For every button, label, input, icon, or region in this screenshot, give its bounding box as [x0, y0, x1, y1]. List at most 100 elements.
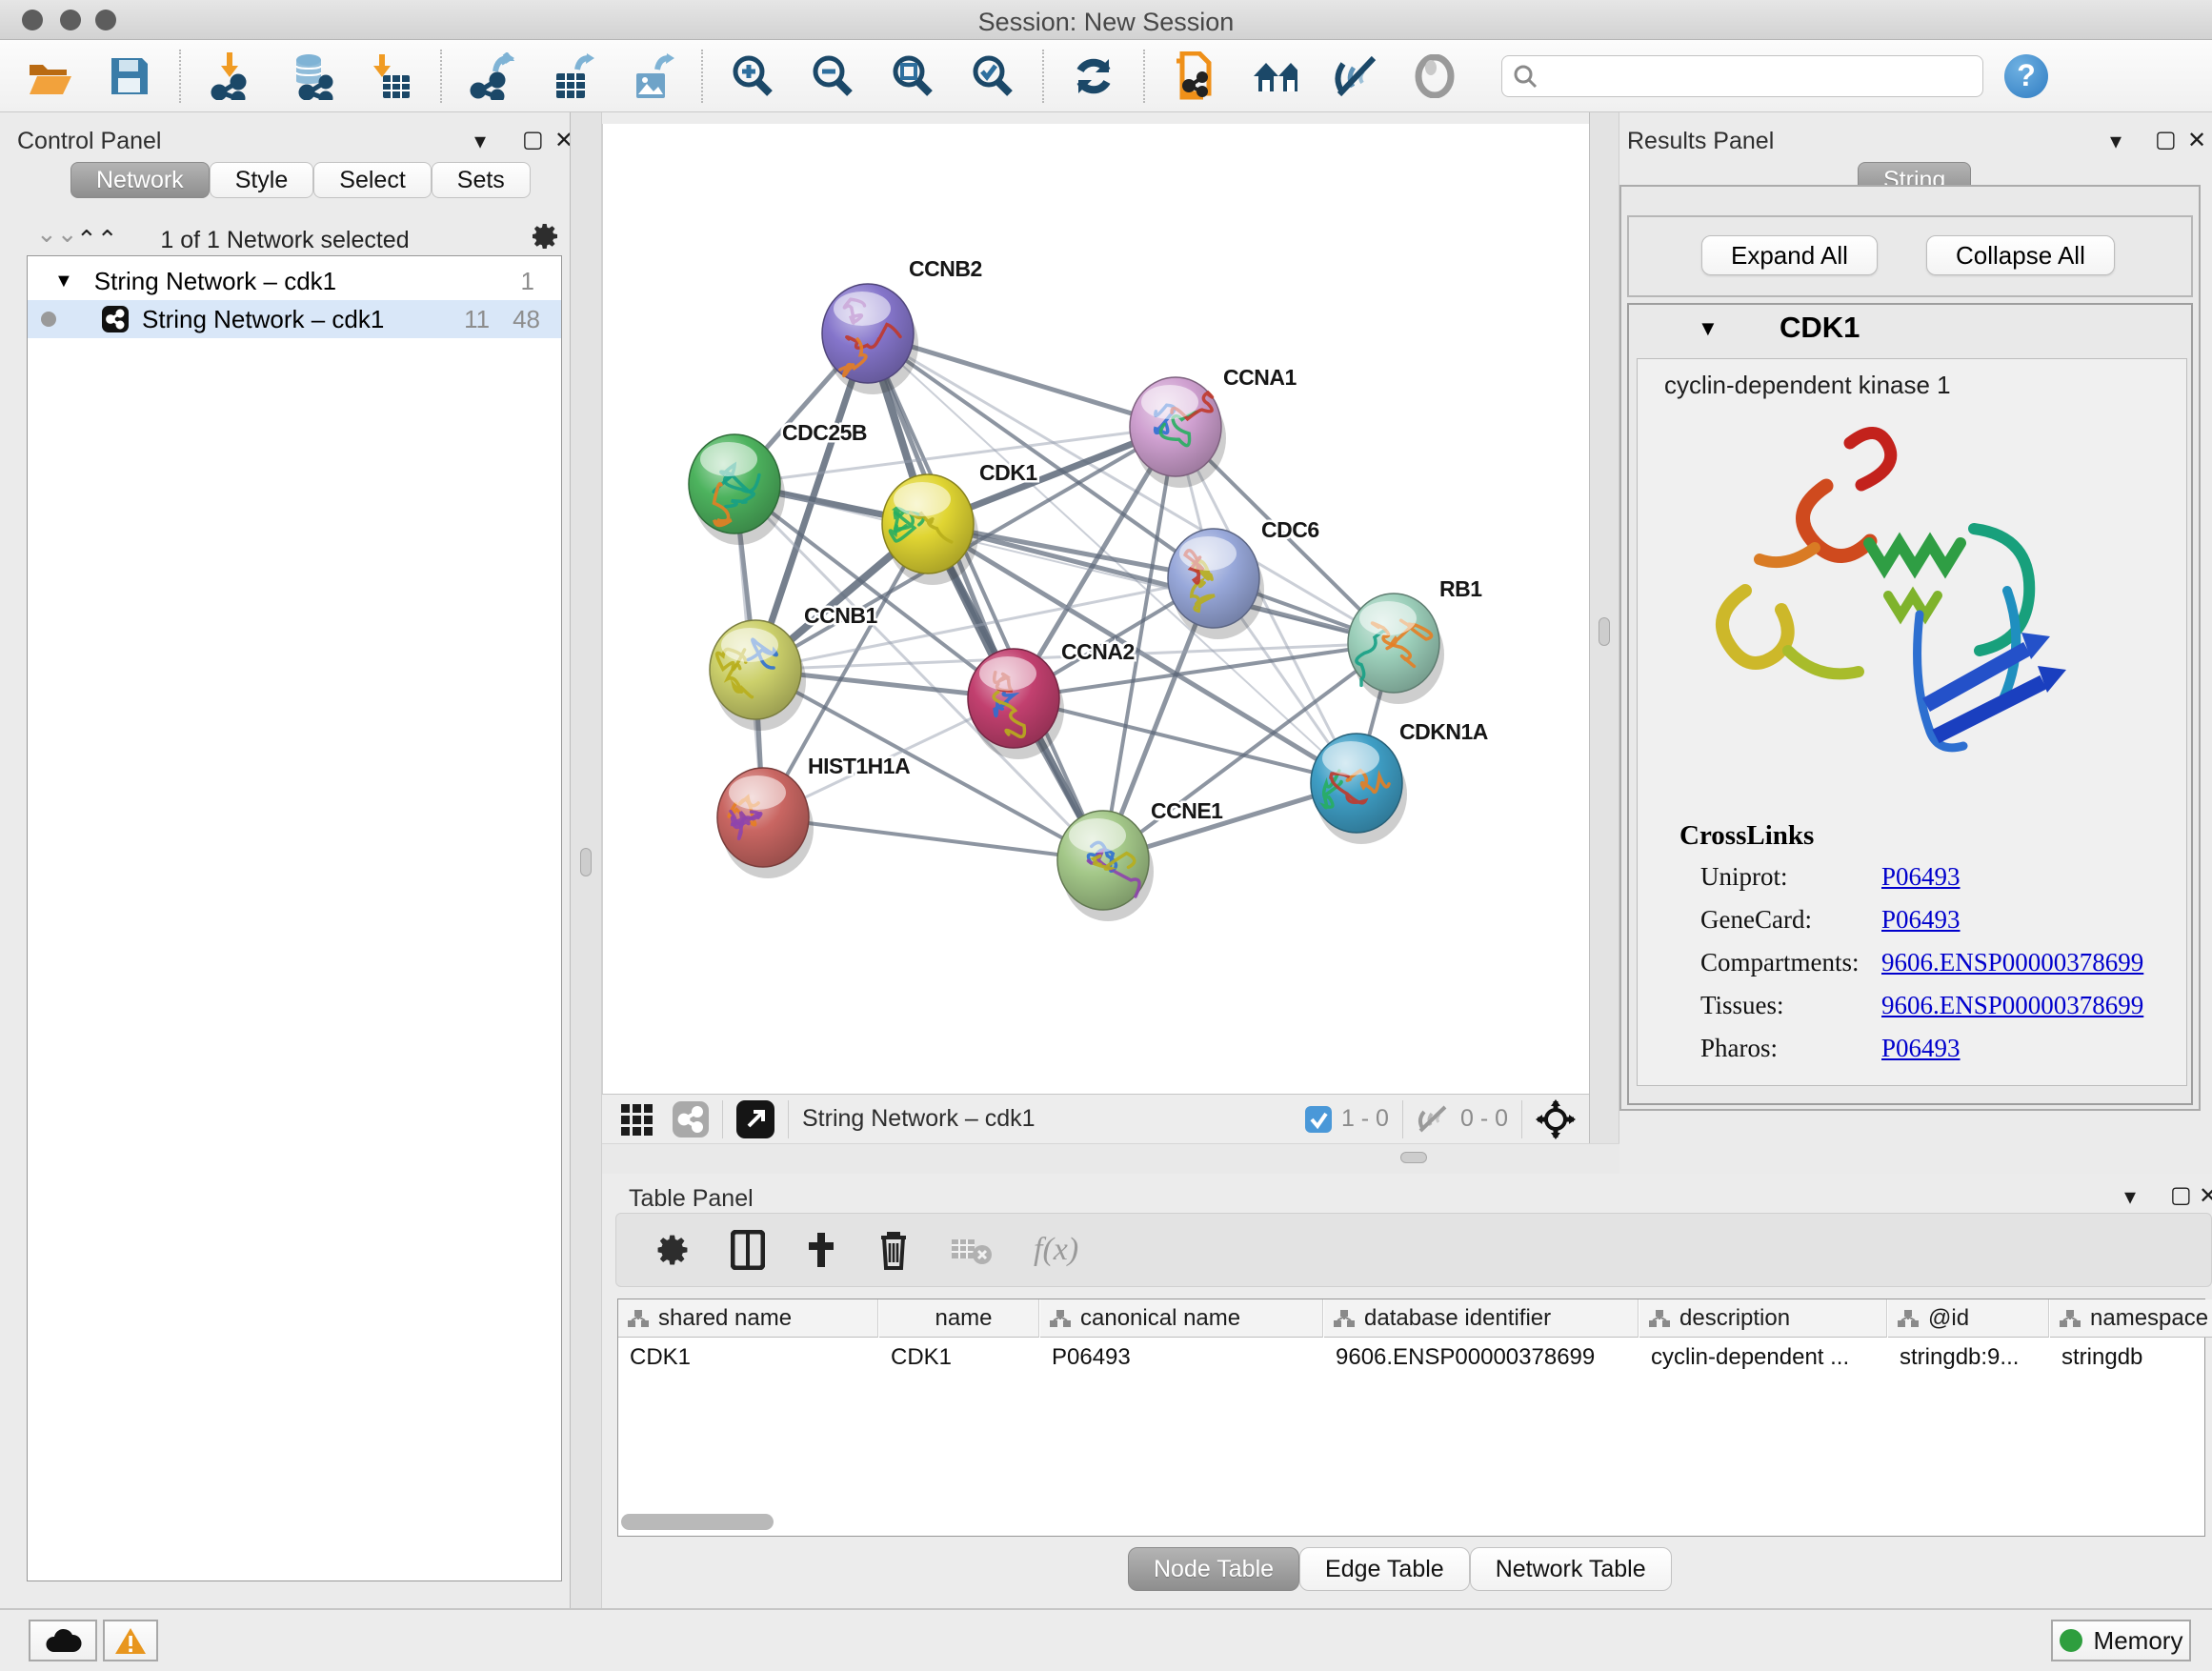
network-node-ccnb2[interactable]: CCNB2: [822, 256, 982, 394]
refresh-icon[interactable]: [1071, 53, 1116, 99]
network-view: CCNB2CCNA1CDC25BCDK1CDC6RB1CCNB1CCNA2CDK…: [602, 112, 1589, 1143]
network-node-cdk1[interactable]: CDK1: [882, 460, 1037, 585]
table-h-scrollbar[interactable]: [621, 1514, 774, 1530]
hidden-eye-icon: [1417, 1105, 1451, 1134]
warning-button[interactable]: [103, 1620, 158, 1661]
entry-collapse-triangle-icon[interactable]: ▼: [1698, 316, 1719, 341]
column-header-canonical-name[interactable]: canonical name: [1040, 1299, 1323, 1338]
import-table-icon[interactable]: [368, 53, 413, 99]
table-cell[interactable]: 9606.ENSP00000378699: [1324, 1339, 1639, 1377]
expand-all-button[interactable]: Expand All: [1701, 235, 1878, 275]
add-column-icon[interactable]: [805, 1231, 837, 1269]
import-network-icon[interactable]: [208, 53, 253, 99]
network-share-view-icon[interactable]: [673, 1101, 709, 1137]
float-table-icon[interactable]: ▾: [2124, 1183, 2136, 1211]
network-collection-row[interactable]: ▼ String Network – cdk1 1: [28, 262, 561, 300]
network-node-cdc6[interactable]: CDC6: [1168, 517, 1319, 639]
network-graph[interactable]: CCNB2CCNA1CDC25BCDK1CDC6RB1CCNB1CCNA2CDK…: [603, 124, 1590, 1094]
save-session-icon[interactable]: [107, 53, 152, 99]
float-results-icon[interactable]: ▾: [2110, 128, 2122, 155]
birdseye-toggle-icon[interactable]: [1536, 1099, 1576, 1139]
crosslink-link[interactable]: 9606.ENSP00000378699: [1881, 991, 2143, 1020]
zoom-selected-icon[interactable]: [970, 53, 1016, 99]
help-icon[interactable]: ?: [2004, 54, 2048, 98]
table-cell[interactable]: CDK1: [618, 1339, 878, 1377]
tab-sets[interactable]: Sets: [432, 162, 531, 198]
network-node-ccna1[interactable]: CCNA1: [1130, 365, 1297, 488]
show-columns-icon[interactable]: [731, 1230, 765, 1270]
horizontal-splitter-handle[interactable]: [1400, 1152, 1427, 1163]
column-header-database-identifier[interactable]: database identifier: [1324, 1299, 1639, 1338]
export-table-icon[interactable]: [549, 53, 594, 99]
right-splitter[interactable]: [1589, 112, 1619, 1174]
network-edge[interactable]: [763, 817, 1103, 860]
open-session-icon[interactable]: [27, 53, 72, 99]
eye-icon[interactable]: [1412, 53, 1458, 99]
right-splitter-handle[interactable]: [1599, 617, 1610, 646]
tab-network-table[interactable]: Network Table: [1470, 1547, 1672, 1591]
search-input[interactable]: [1538, 63, 1958, 90]
table-cell[interactable]: P06493: [1040, 1339, 1323, 1377]
crosslink-link[interactable]: 9606.ENSP00000378699: [1881, 948, 2143, 977]
left-splitter[interactable]: [570, 112, 602, 1608]
crosslink-link[interactable]: P06493: [1881, 905, 1961, 935]
tab-node-table[interactable]: Node Table: [1128, 1547, 1299, 1591]
close-table-icon[interactable]: ✕: [2199, 1182, 2212, 1210]
open-in-window-icon[interactable]: [736, 1100, 774, 1138]
node-label: CDC25B: [782, 420, 867, 445]
column-header-description[interactable]: description: [1639, 1299, 1887, 1338]
entry-name: CDK1: [1780, 311, 1860, 345]
network-node-ccne1[interactable]: CCNE1: [1057, 798, 1223, 921]
crosslink-link[interactable]: P06493: [1881, 1034, 1961, 1063]
zoom-in-icon[interactable]: [730, 53, 775, 99]
show-hide-icon[interactable]: [1332, 53, 1377, 99]
cdk1-entry: ▼ CDK1 cyclin-dependent kinase 1 CrossLi…: [1627, 303, 2193, 1105]
zoom-out-icon[interactable]: [810, 53, 855, 99]
collapse-triangle-icon[interactable]: ▼: [54, 271, 73, 292]
collapse-all-button[interactable]: Collapse All: [1926, 235, 2115, 275]
table-cell[interactable]: cyclin-dependent ...: [1639, 1339, 1887, 1377]
left-splitter-handle[interactable]: [580, 848, 592, 876]
float-panel-icon[interactable]: ▾: [474, 128, 486, 155]
network-canvas[interactable]: CCNB2CCNA1CDC25BCDK1CDC6RB1CCNB1CCNA2CDK…: [602, 124, 1589, 1094]
column-header-shared-name[interactable]: shared name: [618, 1299, 878, 1338]
tab-select[interactable]: Select: [313, 162, 431, 198]
grid-view-icon[interactable]: [619, 1100, 657, 1138]
export-network-icon[interactable]: [469, 53, 514, 99]
maximize-panel-icon[interactable]: ▢: [522, 126, 544, 153]
delete-column-icon[interactable]: [877, 1230, 910, 1270]
crosslink-link[interactable]: P06493: [1881, 862, 1961, 892]
column-header--id[interactable]: @id: [1888, 1299, 2049, 1338]
network-row[interactable]: String Network – cdk1 11 48: [28, 300, 561, 338]
cloud-button[interactable]: [29, 1620, 97, 1661]
network-node-rb1[interactable]: RB1: [1348, 576, 1482, 704]
column-header-name[interactable]: name: [879, 1299, 1039, 1338]
table-cell[interactable]: stringdb: [2050, 1339, 2212, 1377]
close-results-icon[interactable]: ✕: [2187, 127, 2206, 154]
tab-style[interactable]: Style: [210, 162, 314, 198]
new-network-from-selection-icon[interactable]: [1172, 53, 1217, 99]
maximize-table-icon[interactable]: ▢: [2170, 1181, 2192, 1209]
network-options-gear-icon[interactable]: [530, 221, 560, 256]
table-cell[interactable]: CDK1: [879, 1339, 1039, 1377]
first-neighbors-icon[interactable]: [1252, 53, 1297, 99]
import-database-icon[interactable]: [288, 53, 333, 99]
maximize-results-icon[interactable]: ▢: [2155, 126, 2177, 153]
search-box[interactable]: [1501, 55, 1983, 97]
zoom-fit-icon[interactable]: [890, 53, 935, 99]
network-node-cdkn1a[interactable]: CDKN1A: [1311, 719, 1488, 844]
table-tabs: Node TableEdge TableNetwork Table: [1128, 1547, 1672, 1591]
table-toolbar: f(x): [615, 1213, 2212, 1287]
table-settings-gear-icon[interactable]: [654, 1232, 691, 1268]
table-cell[interactable]: stringdb:9...: [1888, 1339, 2049, 1377]
network-edge[interactable]: [868, 333, 1103, 860]
tab-edge-table[interactable]: Edge Table: [1299, 1547, 1470, 1591]
node-label: CCNA2: [1061, 639, 1135, 664]
column-header-namespace[interactable]: namespace: [2050, 1299, 2212, 1338]
crosslink-label: Uniprot:: [1700, 862, 1788, 892]
network-node-hist1h1a[interactable]: HIST1H1A: [717, 754, 910, 878]
tab-network[interactable]: Network: [70, 162, 210, 198]
memory-button[interactable]: Memory: [2051, 1620, 2191, 1661]
export-image-icon[interactable]: [629, 53, 674, 99]
selected-checkbox-icon[interactable]: [1305, 1106, 1332, 1133]
